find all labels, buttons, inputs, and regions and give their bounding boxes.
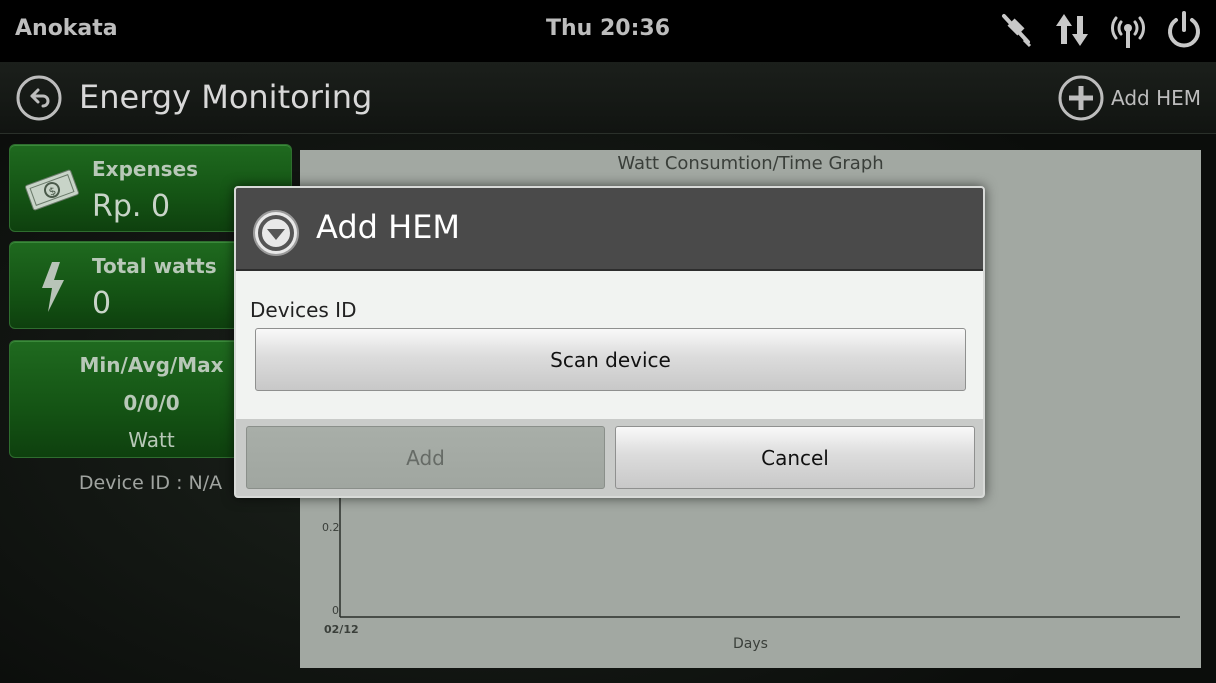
scan-device-button[interactable]: Scan device: [255, 328, 966, 391]
add-button[interactable]: Add: [246, 426, 605, 489]
devices-id-label: Devices ID: [250, 298, 357, 322]
cancel-button[interactable]: Cancel: [615, 426, 975, 489]
dialog-header: Add HEM: [236, 188, 983, 271]
add-hem-dialog: Add HEM Devices ID Scan device Add Cance…: [234, 186, 985, 498]
dialog-title: Add HEM: [316, 208, 461, 246]
dropdown-circle-icon: [253, 210, 299, 256]
